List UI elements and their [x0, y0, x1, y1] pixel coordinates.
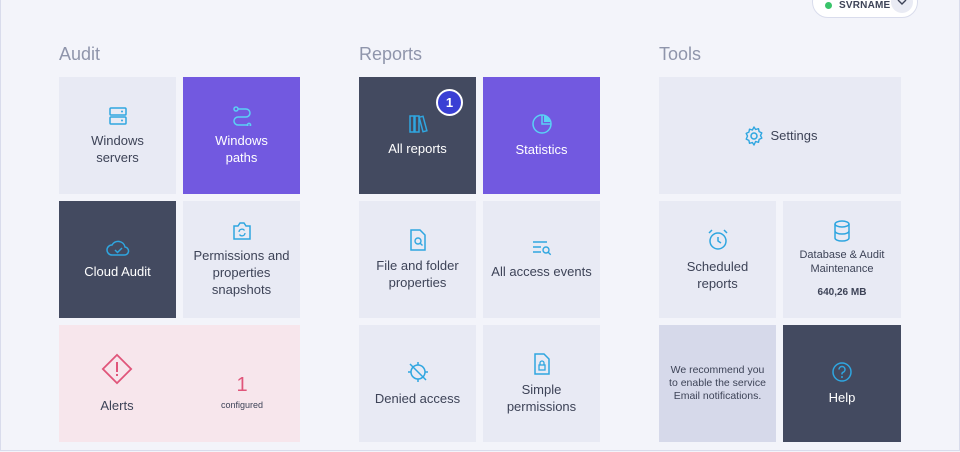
file-folder-properties-label: File and folder properties — [376, 257, 459, 290]
permissions-snapshots-label: Permissions and properties snapshots — [193, 248, 290, 297]
recommendation-text: We recommend you to enable the service E… — [669, 364, 766, 402]
help-tile[interactable]: Help — [783, 325, 901, 442]
file-lock-icon — [533, 352, 550, 375]
scheduled-reports-tile[interactable]: Scheduled reports — [659, 201, 776, 318]
alerts-label: Alerts — [100, 397, 134, 413]
database-maintenance-label: Database & Audit Maintenance — [799, 248, 885, 275]
books-icon — [408, 115, 428, 133]
list-search-icon — [532, 241, 551, 256]
windows-servers-label: Windows servers — [91, 132, 144, 165]
windows-paths-tile[interactable]: Windows paths — [183, 77, 300, 194]
permissions-snapshots-tile[interactable]: Permissions and properties snapshots — [183, 201, 300, 318]
statistics-tile[interactable]: Statistics — [483, 77, 600, 194]
cloud-audit-tile[interactable]: Cloud Audit — [59, 201, 176, 318]
statistics-label: Statistics — [515, 142, 568, 157]
warning-diamond-icon — [101, 353, 133, 384]
server-icon — [108, 106, 127, 125]
section-title-tools: Tools — [659, 44, 702, 64]
server-name: SVRNAME — [839, 0, 891, 11]
path-icon — [232, 105, 251, 126]
all-reports-badge: 1 — [436, 89, 463, 116]
chevron-down-icon[interactable] — [891, 0, 913, 13]
simple-permissions-tile[interactable]: Simple permissions — [483, 325, 600, 442]
database-icon — [834, 219, 850, 242]
all-access-events-label: All access events — [491, 264, 592, 279]
denied-access-tile[interactable]: Denied access — [359, 325, 476, 442]
cloud-audit-label: Cloud Audit — [84, 264, 151, 279]
denied-icon — [407, 362, 428, 382]
alarm-clock-icon — [707, 228, 728, 250]
settings-tile[interactable]: Settings — [659, 77, 901, 194]
gear-icon — [745, 125, 762, 146]
windows-servers-tile[interactable]: Windows servers — [59, 77, 176, 194]
denied-access-label: Denied access — [374, 391, 461, 406]
section-title-audit: Audit — [59, 44, 101, 64]
simple-permissions-label: Simple permissions — [506, 381, 577, 414]
camera-refresh-icon — [232, 222, 251, 240]
help-icon — [832, 362, 852, 382]
database-maintenance-tile[interactable]: Database & Audit Maintenance 640,26 MB — [783, 201, 901, 318]
alerts-count-label: configured — [220, 400, 264, 410]
file-folder-properties-tile[interactable]: File and folder properties — [359, 201, 476, 318]
server-status-dot — [825, 1, 832, 9]
alerts-count: 1 configured — [220, 374, 264, 410]
scheduled-reports-label: Scheduled reports — [686, 258, 749, 291]
windows-paths-label: Windows paths — [215, 132, 268, 165]
database-size: 640,26 MB — [817, 286, 867, 298]
server-selector[interactable]: SVRNAME — [812, 0, 918, 18]
all-access-events-tile[interactable]: All access events — [483, 201, 600, 318]
recommendation-tile[interactable]: We recommend you to enable the service E… — [659, 325, 776, 442]
file-search-icon — [409, 228, 426, 251]
pie-chart-icon — [531, 114, 552, 134]
help-label: Help — [828, 390, 856, 405]
section-title-reports: Reports — [359, 44, 423, 64]
all-reports-label: All reports — [388, 141, 447, 156]
settings-label: Settings — [770, 128, 818, 143]
cloud-check-icon — [105, 240, 129, 256]
alerts-count-number: 1 — [236, 374, 248, 396]
